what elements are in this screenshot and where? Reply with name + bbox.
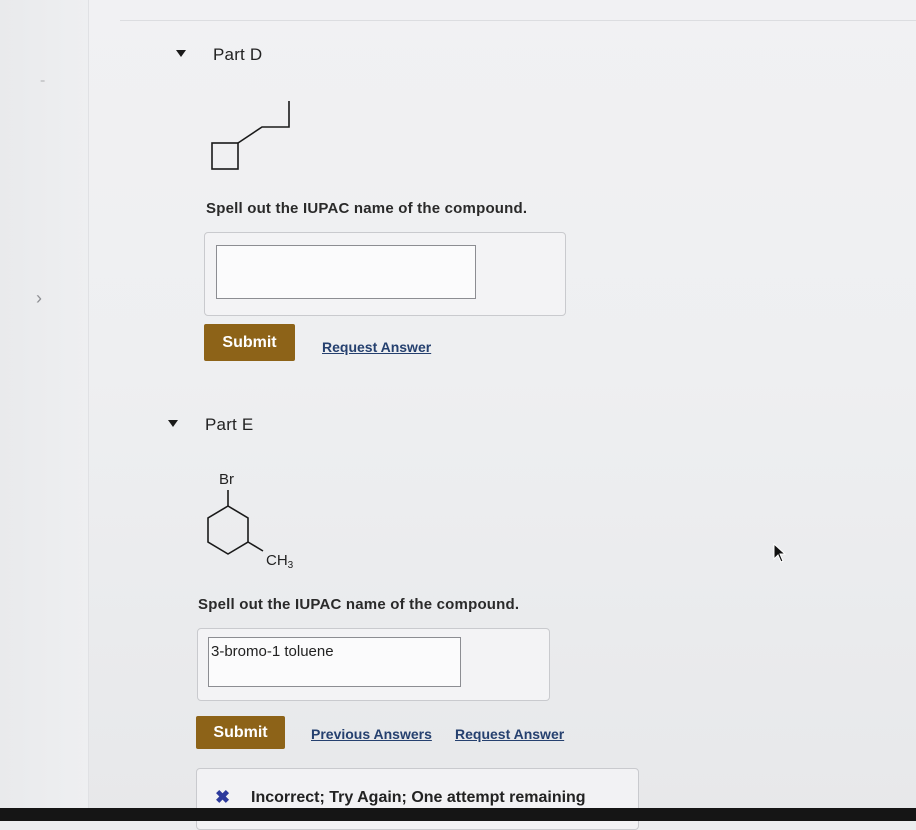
ethyl-chain: [237, 101, 290, 144]
assignment-page: ⁼ › Part D Spell out the IUPAC name of t…: [0, 0, 916, 830]
part-d-submit-button[interactable]: Submit: [204, 324, 295, 361]
part-e-title: Part E: [205, 415, 254, 434]
mouse-pointer-icon: [773, 543, 787, 563]
bromine-label: Br: [219, 471, 234, 488]
part-e-prompt: Spell out the IUPAC name of the compound…: [198, 596, 520, 613]
part-d-prompt: Spell out the IUPAC name of the compound…: [206, 200, 528, 217]
cyclobutane-ring: [211, 142, 239, 170]
part-e-feedback-text: Incorrect; Try Again; One attempt remain…: [251, 789, 586, 806]
svg-text:CH3: CH3: [266, 552, 294, 571]
collapse-part-d-caret-icon[interactable]: [176, 50, 186, 57]
methyl-label: CH: [266, 552, 288, 569]
part-e-structure: Br CH3: [207, 471, 294, 571]
cyclohexane-ring: [207, 505, 249, 555]
part-e-answer-panel: [197, 628, 550, 701]
part-d-request-answer-link[interactable]: Request Answer: [322, 339, 431, 355]
part-d-answer-panel: [204, 232, 566, 316]
part-d-answer-input[interactable]: [216, 245, 476, 299]
part-e-request-answer-link[interactable]: Request Answer: [455, 726, 564, 742]
part-e-answer-input[interactable]: [208, 637, 461, 687]
part-e-previous-answers-link[interactable]: Previous Answers: [311, 726, 432, 742]
part-d-title: Part D: [213, 45, 263, 64]
collapse-part-e-caret-icon[interactable]: [168, 420, 178, 427]
methyl-subscript: 3: [288, 560, 294, 571]
divider: [120, 20, 916, 21]
part-e-submit-button[interactable]: Submit: [196, 716, 285, 749]
expand-sidebar-chevron-icon[interactable]: ›: [36, 288, 42, 309]
screen-bezel: [0, 808, 916, 821]
left-rail: ⁼ ›: [0, 0, 89, 808]
methyl-bond: [247, 541, 264, 552]
incorrect-x-icon: ✖: [215, 787, 231, 807]
part-d-structure: [211, 101, 290, 170]
rail-mark: ⁼: [40, 78, 46, 89]
